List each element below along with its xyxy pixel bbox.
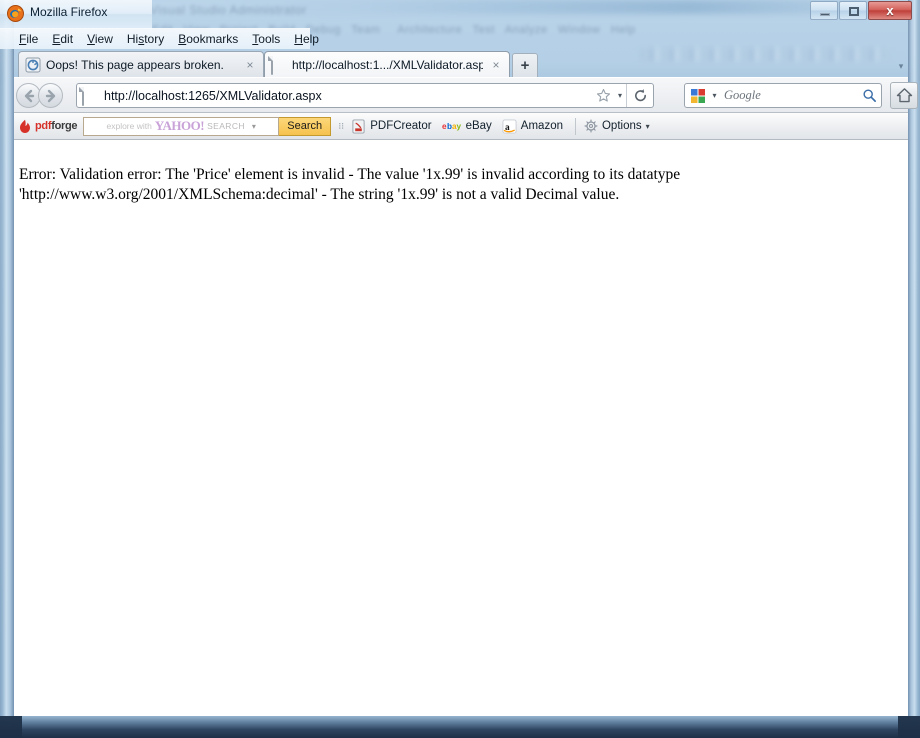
restore-icon	[849, 7, 859, 16]
window-border-left	[0, 0, 14, 738]
yahoo-dropdown-icon[interactable]: ▾	[252, 122, 256, 131]
title-bar-left-panel: Mozilla Firefox	[0, 0, 152, 29]
search-input[interactable]: Google	[720, 88, 857, 103]
window-border-right	[908, 0, 920, 738]
yahoo-explore-label: explore with	[106, 121, 152, 131]
window-border-bottom	[0, 716, 920, 738]
svg-text:y: y	[456, 122, 461, 131]
menu-item-tools[interactable]: Tools	[245, 30, 287, 48]
page-favicon	[82, 86, 98, 106]
tab-close-icon[interactable]: ×	[243, 58, 257, 72]
new-tab-button[interactable]: +	[512, 53, 538, 77]
toolbar-item-label: eBay	[465, 120, 492, 132]
yahoo-search-label: SEARCH	[207, 121, 245, 131]
toolbar-item-label: PDFCreator	[370, 120, 432, 132]
google-icon[interactable]	[690, 88, 706, 104]
maximize-restore-button[interactable]	[839, 1, 867, 20]
validation-error-message: Error: Validation error: The 'Price' ele…	[19, 166, 681, 203]
toolbar-item-options[interactable]: Options ▾	[584, 119, 650, 133]
navigation-toolbar: http://localhost:1265/XMLValidator.aspx …	[14, 77, 918, 113]
url-bar[interactable]: http://localhost:1265/XMLValidator.aspx …	[76, 83, 654, 108]
toolbar-item-label: Amazon	[520, 120, 563, 132]
yahoo-logo: YAHOO!	[154, 118, 205, 133]
tab-label: http://localhost:1.../XMLValidator.aspx	[292, 57, 483, 72]
menu-item-bookmarks[interactable]: Bookmarks	[171, 30, 245, 48]
toolbar-grip-handle[interactable]: ⁝⁝	[336, 118, 346, 134]
window-resize-grip[interactable]	[898, 716, 920, 738]
menu-item-help[interactable]: Help	[287, 30, 326, 48]
forward-arrow-icon	[45, 89, 55, 102]
tab-xmlvalidator[interactable]: http://localhost:1.../XMLValidator.aspx …	[264, 51, 510, 77]
tab-label: Oops! This page appears broken.	[46, 57, 224, 72]
toolbar-item-ebay[interactable]: e b a y eBay	[442, 120, 492, 132]
minimize-button[interactable]	[810, 1, 838, 20]
window-corner-bottom-left	[0, 716, 22, 738]
tab-oops-page[interactable]: Oops! This page appears broken. ×	[18, 51, 264, 77]
toolbar-item-pdfcreator[interactable]: PDFCreator	[351, 118, 432, 134]
minimize-icon	[820, 13, 830, 16]
url-text: http://localhost:1265/XMLValidator.aspx	[104, 88, 322, 103]
toolbar-separator	[574, 117, 576, 135]
search-submit-icon[interactable]	[857, 88, 881, 103]
home-button[interactable]	[890, 82, 918, 109]
home-icon	[896, 88, 912, 103]
pdfforge-label: pdfforge	[35, 120, 78, 132]
tab-close-icon[interactable]: ×	[489, 58, 503, 72]
amazon-icon: a	[502, 118, 517, 134]
reload-icon	[634, 89, 646, 102]
firefox-window: Mozilla Firefox x File Edit View History…	[0, 0, 920, 738]
title-bar: Mozilla Firefox x	[0, 0, 920, 29]
back-arrow-icon	[24, 89, 34, 102]
window-controls: x	[810, 1, 912, 21]
options-label: Options	[601, 120, 642, 132]
menu-item-view[interactable]: View	[80, 30, 120, 48]
window-title: Mozilla Firefox	[30, 5, 108, 19]
search-bar[interactable]: ▾ Google	[684, 83, 882, 108]
menu-item-edit[interactable]: Edit	[45, 30, 80, 48]
pdfforge-toolbar: pdfforge explore with YAHOO! SEARCH ▾ Se…	[14, 113, 908, 140]
reload-button[interactable]	[626, 84, 653, 107]
close-icon: x	[886, 3, 894, 18]
yahoo-search-button[interactable]: Search	[279, 116, 332, 136]
menu-item-history[interactable]: History	[120, 30, 171, 48]
pdfforge-flame-icon	[20, 119, 30, 133]
ebay-icon: e b a y	[442, 122, 462, 131]
bookmark-caret-icon[interactable]: ▾	[614, 91, 626, 100]
magnifier-icon	[862, 89, 876, 102]
menu-bar: File Edit View History Bookmarks Tools H…	[0, 28, 319, 49]
generic-page-favicon	[271, 55, 287, 75]
list-all-tabs-icon[interactable]: ▾	[896, 61, 906, 71]
tab-strip: Oops! This page appears broken. × http:/…	[14, 49, 908, 77]
search-engine-caret-icon[interactable]: ▾	[709, 91, 720, 100]
toolbar-item-amazon[interactable]: a Amazon	[502, 118, 563, 134]
pdf-icon	[352, 118, 365, 134]
close-button[interactable]: x	[868, 1, 912, 20]
page-content-area: Error: Validation error: The 'Price' ele…	[14, 140, 908, 716]
forward-button[interactable]	[38, 83, 63, 108]
menu-item-file[interactable]: File	[12, 30, 45, 48]
gear-icon	[584, 119, 598, 133]
options-caret-icon[interactable]: ▾	[646, 122, 650, 131]
firefox-logo-icon	[7, 5, 24, 22]
broken-page-favicon	[25, 57, 41, 72]
pdfforge-brand[interactable]: pdfforge	[18, 119, 78, 134]
yahoo-search-input[interactable]: explore with YAHOO! SEARCH ▾	[83, 116, 280, 136]
bookmark-star-icon[interactable]	[592, 85, 614, 107]
